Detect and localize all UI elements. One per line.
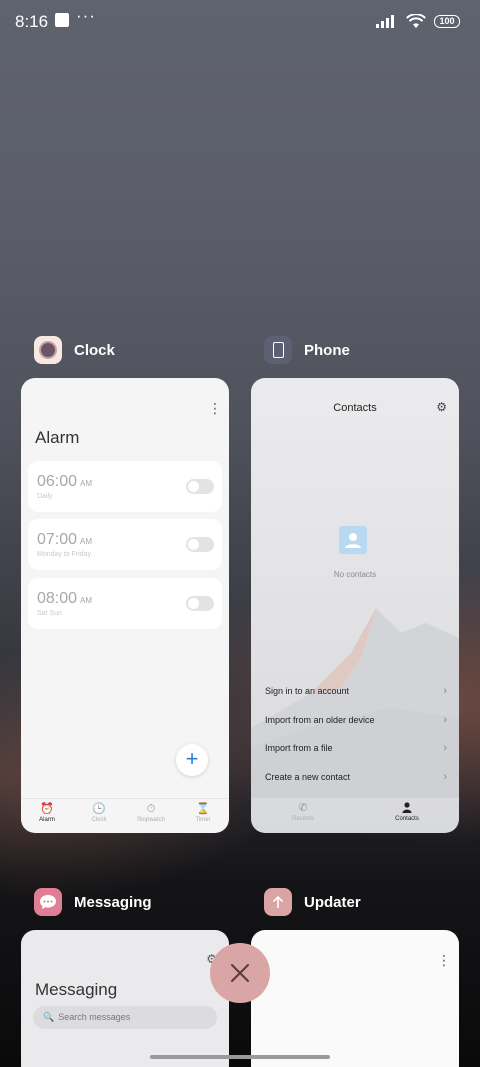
clock-icon: 🕒 [92,803,106,815]
gear-icon: ⚙ [436,400,447,414]
app-label-messaging[interactable]: Messaging [34,888,152,916]
tab-stopwatch: ⏱ Stopwatch [125,799,177,833]
phone-tabbar: ✆ Recents Contacts [251,798,459,833]
hourglass-icon: ⌛ [196,803,210,815]
status-time: 8:16 [15,12,49,31]
home-indicator[interactable] [150,1055,330,1059]
alarm-ampm: AM [80,537,93,546]
empty-state-text: No contacts [333,570,377,579]
tab-clock: 🕒 Clock [73,799,125,833]
close-icon [231,964,249,982]
person-icon [355,802,459,814]
tab-label: Alarm [39,817,55,823]
app-label-updater[interactable]: Updater [264,888,361,916]
alarm-toggle [186,596,214,611]
app-name-clock: Clock [74,341,115,359]
clock-tabbar: ⏰ Alarm 🕒 Clock ⏱ Stopwatch ⌛ Timer [21,798,229,833]
add-alarm-button: + [176,744,208,776]
phone-handset-icon: ✆ [298,802,308,814]
chevron-right-icon: › [443,771,447,783]
recent-card-messaging[interactable]: ⚙ Messaging 🔍 Search messages [21,930,229,1067]
option-label: Sign in to an account [265,686,350,696]
sign-in-option: Sign in to an account › [265,685,447,702]
tab-alarm: ⏰ Alarm [21,799,73,833]
alarm-repeat: Monday to Friday [37,551,92,558]
clock-app-icon [34,336,62,364]
more-notifications-icon: ··· [76,6,96,25]
alarm-time: 07:00 [37,531,78,548]
search-placeholder: Search messages [58,1012,131,1022]
clear-all-button[interactable] [210,943,270,1003]
alarm-ampm: AM [80,596,93,605]
more-options-icon: ⋮ [437,952,451,968]
updater-app-icon [264,888,292,916]
recent-card-updater[interactable]: ⋮ [251,930,459,1067]
alarm-repeat: Daily [37,493,53,500]
more-options-icon: ⋮ [208,400,222,416]
contacts-title: Contacts [333,402,377,414]
app-name-updater: Updater [304,893,361,911]
alarm-toggle [186,537,214,552]
recent-card-clock[interactable]: ⋮ Alarm 06:00 AM Daily 07:00 AM Monday to … [21,378,229,833]
tab-recents: ✆ Recents [251,798,355,833]
stopwatch-icon: ⏱ [146,803,156,815]
option-label: Import from a file [265,743,333,753]
recent-card-phone[interactable]: Contacts ⚙ No contacts Sign in to an acc… [251,378,459,833]
alarm-time: 08:00 [37,590,78,607]
messaging-title: Messaging [35,980,118,999]
alarm-toggle [186,479,214,494]
alarm-clock-icon: ⏰ [40,803,54,815]
app-label-phone[interactable]: Phone [264,336,350,364]
signal-icon [376,15,394,28]
search-icon: 🔍 [43,1012,55,1022]
tab-contacts: Contacts [355,798,459,833]
notification-icon [55,13,69,27]
messaging-app-icon [34,888,62,916]
status-indicators: 100 [376,12,460,30]
phone-app-icon [264,336,292,364]
alarm-repeat: Sat Sun [37,610,62,617]
chevron-right-icon: › [443,742,447,754]
tab-label: Stopwatch [136,817,166,823]
app-name-phone: Phone [304,341,350,359]
alarm-item: 06:00 AM Daily [28,461,222,512]
alarm-item: 07:00 AM Monday to Friday [28,519,222,570]
wifi-icon [406,13,426,28]
app-name-messaging: Messaging [74,893,152,911]
tab-timer: ⌛ Timer [177,799,229,833]
tab-label: Timer [195,817,211,823]
import-file-option: Import from a file › [265,742,447,759]
option-label: Import from an older device [265,715,375,725]
status-bar: 8:16 ··· 100 [0,0,480,44]
alarm-title: Alarm [35,428,80,447]
battery-icon: 100 [434,14,460,28]
app-label-clock[interactable]: Clock [34,336,115,364]
tab-label: Contacts [395,816,419,822]
search-field: 🔍 Search messages [33,1006,217,1029]
contact-placeholder-icon [339,526,367,554]
create-contact-option: Create a new contact › [265,771,447,788]
alarm-ampm: AM [80,479,93,488]
chevron-right-icon: › [443,685,447,697]
tab-label: Clock [91,817,107,823]
alarm-item: 08:00 AM Sat Sun [28,578,222,629]
option-label: Create a new contact [265,772,351,782]
import-older-device-option: Import from an older device › [265,714,447,731]
chevron-right-icon: › [443,714,447,726]
tab-label: Recents [291,816,314,822]
alarm-time: 06:00 [37,473,78,490]
